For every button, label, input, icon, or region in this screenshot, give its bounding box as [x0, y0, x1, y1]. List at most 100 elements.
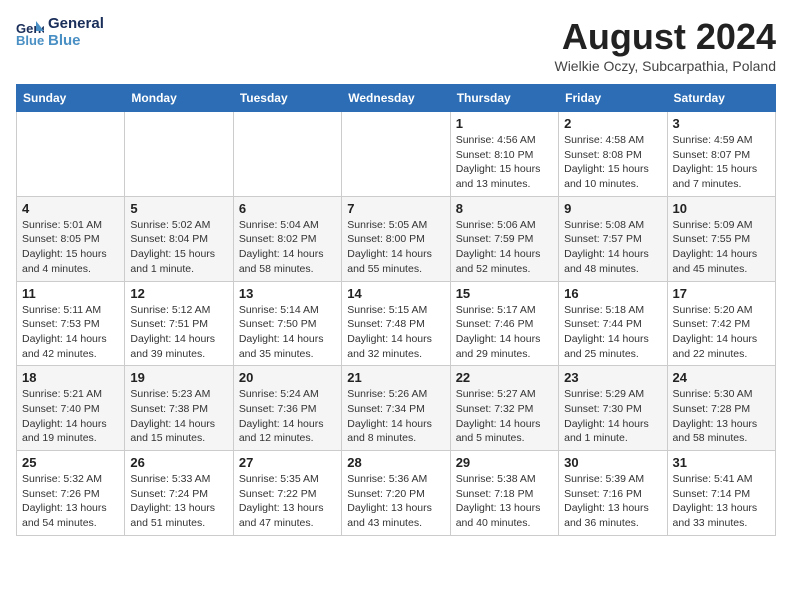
day-info: Sunrise: 5:12 AM Sunset: 7:51 PM Dayligh…	[130, 303, 227, 362]
month-title: August 2024	[554, 16, 776, 58]
day-number: 30	[564, 455, 661, 470]
logo: General Blue General Blue	[16, 16, 104, 49]
day-info: Sunrise: 5:35 AM Sunset: 7:22 PM Dayligh…	[239, 472, 336, 531]
calendar-cell	[17, 112, 125, 197]
day-number: 29	[456, 455, 553, 470]
logo-line1: General	[48, 16, 104, 33]
day-number: 10	[673, 201, 770, 216]
calendar-cell: 16Sunrise: 5:18 AM Sunset: 7:44 PM Dayli…	[559, 281, 667, 366]
weekday-header-friday: Friday	[559, 85, 667, 112]
day-number: 25	[22, 455, 119, 470]
title-area: August 2024 Wielkie Oczy, Subcarpathia, …	[554, 16, 776, 74]
day-number: 18	[22, 370, 119, 385]
day-number: 13	[239, 286, 336, 301]
calendar-cell: 20 Sunrise: 5:24 AM Sunset: 7:36 PM Dayli…	[233, 366, 341, 451]
day-number: 20	[239, 370, 336, 385]
day-info: Sunrise: 5:33 AM Sunset: 7:24 PM Dayligh…	[130, 472, 227, 531]
calendar-cell: 4Sunrise: 5:01 AM Sunset: 8:05 PM Daylig…	[17, 196, 125, 281]
day-info: Sunrise: 4:58 AM Sunset: 8:08 PM Dayligh…	[564, 133, 661, 192]
calendar-cell: 5 Sunrise: 5:02 AM Sunset: 8:04 PM Daylig…	[125, 196, 233, 281]
day-info: Sunrise: 5:36 AM Sunset: 7:20 PM Dayligh…	[347, 472, 444, 531]
weekday-header-sunday: Sunday	[17, 85, 125, 112]
day-info: Sunrise: 5:20 AM Sunset: 7:42 PM Dayligh…	[673, 303, 770, 362]
calendar-cell: 1Sunrise: 4:56 AM Sunset: 8:10 PM Daylig…	[450, 112, 558, 197]
calendar-cell: 2 Sunrise: 4:58 AM Sunset: 8:08 PM Daylig…	[559, 112, 667, 197]
day-number: 12	[130, 286, 227, 301]
calendar-cell: 8Sunrise: 5:06 AM Sunset: 7:59 PM Daylig…	[450, 196, 558, 281]
day-info: Sunrise: 5:11 AM Sunset: 7:53 PM Dayligh…	[22, 303, 119, 362]
calendar-cell: 11 Sunrise: 5:11 AM Sunset: 7:53 PM Dayli…	[17, 281, 125, 366]
day-number: 17	[673, 286, 770, 301]
day-info: Sunrise: 5:04 AM Sunset: 8:02 PM Dayligh…	[239, 218, 336, 277]
svg-text:Blue: Blue	[16, 33, 44, 47]
calendar-cell: 24 Sunrise: 5:30 AM Sunset: 7:28 PM Dayli…	[667, 366, 775, 451]
calendar-cell: 17 Sunrise: 5:20 AM Sunset: 7:42 PM Dayli…	[667, 281, 775, 366]
calendar-cell	[125, 112, 233, 197]
calendar-cell: 13 Sunrise: 5:14 AM Sunset: 7:50 PM Dayli…	[233, 281, 341, 366]
calendar-cell: 3 Sunrise: 4:59 AM Sunset: 8:07 PM Daylig…	[667, 112, 775, 197]
calendar-week-row: 4Sunrise: 5:01 AM Sunset: 8:05 PM Daylig…	[17, 196, 776, 281]
calendar-cell	[233, 112, 341, 197]
day-info: Sunrise: 4:59 AM Sunset: 8:07 PM Dayligh…	[673, 133, 770, 192]
day-number: 23	[564, 370, 661, 385]
calendar-table: SundayMondayTuesdayWednesdayThursdayFrid…	[16, 84, 776, 536]
day-number: 3	[673, 116, 770, 131]
logo-line2: Blue	[48, 33, 104, 50]
day-number: 1	[456, 116, 553, 131]
calendar-week-row: 1Sunrise: 4:56 AM Sunset: 8:10 PM Daylig…	[17, 112, 776, 197]
day-info: Sunrise: 5:32 AM Sunset: 7:26 PM Dayligh…	[22, 472, 119, 531]
weekday-header-monday: Monday	[125, 85, 233, 112]
day-number: 22	[456, 370, 553, 385]
day-number: 15	[456, 286, 553, 301]
day-info: Sunrise: 5:09 AM Sunset: 7:55 PM Dayligh…	[673, 218, 770, 277]
calendar-cell: 27Sunrise: 5:35 AM Sunset: 7:22 PM Dayli…	[233, 451, 341, 536]
weekday-header-saturday: Saturday	[667, 85, 775, 112]
day-info: Sunrise: 5:08 AM Sunset: 7:57 PM Dayligh…	[564, 218, 661, 277]
day-info: Sunrise: 5:05 AM Sunset: 8:00 PM Dayligh…	[347, 218, 444, 277]
day-info: Sunrise: 5:27 AM Sunset: 7:32 PM Dayligh…	[456, 387, 553, 446]
day-info: Sunrise: 5:15 AM Sunset: 7:48 PM Dayligh…	[347, 303, 444, 362]
day-number: 28	[347, 455, 444, 470]
day-number: 5	[130, 201, 227, 216]
weekday-header-thursday: Thursday	[450, 85, 558, 112]
calendar-week-row: 18 Sunrise: 5:21 AM Sunset: 7:40 PM Dayli…	[17, 366, 776, 451]
calendar-cell: 22 Sunrise: 5:27 AM Sunset: 7:32 PM Dayli…	[450, 366, 558, 451]
calendar-cell: 31Sunrise: 5:41 AM Sunset: 7:14 PM Dayli…	[667, 451, 775, 536]
calendar-cell: 23Sunrise: 5:29 AM Sunset: 7:30 PM Dayli…	[559, 366, 667, 451]
calendar-cell: 18 Sunrise: 5:21 AM Sunset: 7:40 PM Dayli…	[17, 366, 125, 451]
calendar-cell: 30 Sunrise: 5:39 AM Sunset: 7:16 PM Dayli…	[559, 451, 667, 536]
day-info: Sunrise: 5:39 AM Sunset: 7:16 PM Dayligh…	[564, 472, 661, 531]
day-info: Sunrise: 5:21 AM Sunset: 7:40 PM Dayligh…	[22, 387, 119, 446]
calendar-cell: 15Sunrise: 5:17 AM Sunset: 7:46 PM Dayli…	[450, 281, 558, 366]
day-number: 6	[239, 201, 336, 216]
day-info: Sunrise: 5:23 AM Sunset: 7:38 PM Dayligh…	[130, 387, 227, 446]
day-info: Sunrise: 5:02 AM Sunset: 8:04 PM Dayligh…	[130, 218, 227, 277]
calendar-cell: 10 Sunrise: 5:09 AM Sunset: 7:55 PM Dayli…	[667, 196, 775, 281]
day-info: Sunrise: 5:14 AM Sunset: 7:50 PM Dayligh…	[239, 303, 336, 362]
calendar-cell: 25 Sunrise: 5:32 AM Sunset: 7:26 PM Dayli…	[17, 451, 125, 536]
weekday-header-tuesday: Tuesday	[233, 85, 341, 112]
calendar-cell: 7 Sunrise: 5:05 AM Sunset: 8:00 PM Daylig…	[342, 196, 450, 281]
calendar-cell: 21Sunrise: 5:26 AM Sunset: 7:34 PM Dayli…	[342, 366, 450, 451]
day-number: 14	[347, 286, 444, 301]
day-info: Sunrise: 5:41 AM Sunset: 7:14 PM Dayligh…	[673, 472, 770, 531]
calendar-cell: 28 Sunrise: 5:36 AM Sunset: 7:20 PM Dayli…	[342, 451, 450, 536]
day-info: Sunrise: 5:01 AM Sunset: 8:05 PM Dayligh…	[22, 218, 119, 277]
weekday-header-wednesday: Wednesday	[342, 85, 450, 112]
day-number: 19	[130, 370, 227, 385]
calendar-cell: 9 Sunrise: 5:08 AM Sunset: 7:57 PM Daylig…	[559, 196, 667, 281]
calendar-cell: 19 Sunrise: 5:23 AM Sunset: 7:38 PM Dayli…	[125, 366, 233, 451]
day-number: 7	[347, 201, 444, 216]
calendar-cell	[342, 112, 450, 197]
location-subtitle: Wielkie Oczy, Subcarpathia, Poland	[554, 58, 776, 74]
day-number: 2	[564, 116, 661, 131]
day-number: 9	[564, 201, 661, 216]
weekday-header-row: SundayMondayTuesdayWednesdayThursdayFrid…	[17, 85, 776, 112]
day-info: Sunrise: 5:30 AM Sunset: 7:28 PM Dayligh…	[673, 387, 770, 446]
calendar-cell: 14 Sunrise: 5:15 AM Sunset: 7:48 PM Dayli…	[342, 281, 450, 366]
day-info: Sunrise: 5:18 AM Sunset: 7:44 PM Dayligh…	[564, 303, 661, 362]
day-number: 24	[673, 370, 770, 385]
day-info: Sunrise: 5:06 AM Sunset: 7:59 PM Dayligh…	[456, 218, 553, 277]
day-info: Sunrise: 5:24 AM Sunset: 7:36 PM Dayligh…	[239, 387, 336, 446]
day-number: 11	[22, 286, 119, 301]
